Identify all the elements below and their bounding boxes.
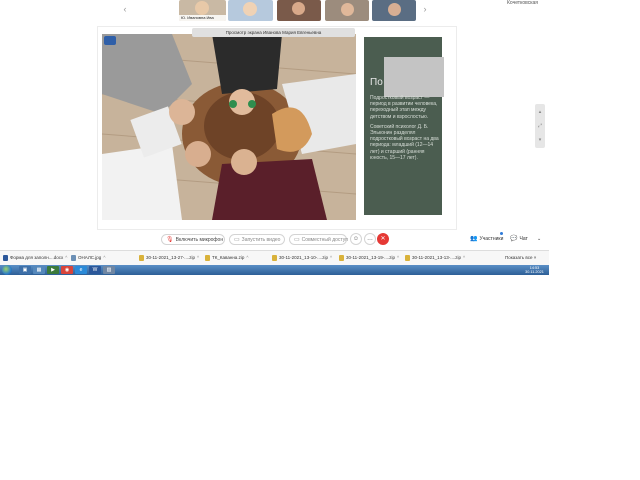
show-all-downloads-button[interactable]: Показать все × [505, 254, 536, 262]
more-icon: … [367, 236, 373, 242]
participant-tile[interactable] [228, 0, 273, 21]
chevron-up-icon: ^ [65, 255, 68, 260]
system-clock[interactable]: 14:53 30.11.2021 [520, 265, 549, 276]
download-item[interactable]: 30-11-2021_13-10-....zip ^ [272, 254, 332, 262]
zip-file-icon [205, 254, 210, 261]
more-menu-button[interactable]: ⌄ [537, 235, 541, 243]
internet-explorer-icon[interactable]: e [75, 266, 87, 274]
chevron-up-icon: ^ [246, 255, 249, 260]
download-item[interactable]: 30-11-2021_13-27-....zip ^ [139, 254, 199, 262]
chat-label: Чат [519, 236, 528, 242]
close-icon[interactable]: × [534, 255, 537, 260]
slide-body: Подростковый возраст — период в развитии… [370, 95, 440, 165]
user-name-label: Кочетковская [507, 0, 539, 6]
chevron-up-icon: ^ [396, 255, 400, 260]
leave-call-button[interactable]: ✕ [377, 233, 389, 245]
share-screen-icon: ▭ [294, 237, 300, 243]
microphone-off-icon: 🎙 [166, 237, 174, 243]
download-item[interactable]: 30-11-2021_13-19-....zip ^ [339, 254, 399, 262]
viewing-screen-banner: Просмотр экрана Иванова Мария Евгеньевна [192, 28, 355, 37]
file-icon [3, 254, 8, 261]
windows-taskbar: ▣ ▦ ▶ ◉ e W ▨ 14:53 30.11.2021 [0, 265, 549, 275]
side-panel-toggle[interactable]: ▴ ⤢ ▾ [535, 104, 545, 148]
clock-date: 30.11.2021 [525, 270, 544, 274]
participant-tile[interactable]: Ю. Ивановна Ива [179, 0, 226, 21]
downloads-bar: Форма для заполн....docx ^ ОНАЛС.jpg ^ 30-… [0, 250, 549, 265]
download-item[interactable]: 30-11-2021_13-13-....zip ^ [405, 254, 465, 262]
down-arrow-icon: ▾ [538, 137, 542, 143]
download-filename: 30-11-2021_13-27-....zip [146, 255, 195, 260]
slide-photo [102, 34, 356, 220]
close-icon: ✕ [380, 236, 386, 242]
chevron-up-icon: ^ [103, 255, 106, 260]
chevron-up-icon: ^ [462, 255, 466, 260]
participant-tile[interactable] [372, 0, 416, 21]
microphone-button[interactable]: 🎙 Включить микрофон [161, 234, 225, 245]
participant-name: Ю. Ивановна Ива [179, 15, 226, 21]
participants-prev-button[interactable]: ‹ [120, 2, 130, 16]
participant-tile[interactable] [325, 0, 369, 21]
chrome-icon[interactable]: ◉ [61, 266, 73, 274]
teenagers-photo-illustration [102, 34, 356, 220]
reaction-icon: ☺ [352, 236, 360, 242]
participant-face [388, 3, 401, 16]
share-screen-label: Совместный доступ [301, 237, 348, 243]
participant-face [292, 2, 305, 15]
slide-paragraph: Советский психолог Д. Б. Эльконин раздел… [370, 123, 439, 161]
download-filename: ОНАЛС.jpg [78, 255, 102, 260]
windows-start-button[interactable] [2, 265, 12, 275]
participants-label: Участники [479, 236, 504, 242]
download-filename: 30-11-2021_13-19-....zip [346, 255, 395, 260]
reactions-button[interactable]: ☺ [350, 233, 362, 245]
word-icon[interactable]: W [89, 266, 101, 274]
participant-tile[interactable] [277, 0, 321, 21]
taskbar-app-icon[interactable]: ▨ [103, 266, 115, 274]
download-item[interactable]: ОНАЛС.jpg ^ [71, 254, 105, 262]
show-all-label: Показать все [505, 255, 533, 260]
redaction-box [384, 57, 444, 97]
chevron-up-icon: ^ [329, 255, 333, 260]
chat-icon: 💬 [510, 236, 518, 242]
zip-file-icon [405, 254, 410, 261]
up-arrow-icon: ▴ [538, 109, 542, 115]
download-filename: 30-11-2021_13-13-....zip [412, 255, 461, 260]
participants-button[interactable]: 👥 Участники [470, 235, 503, 243]
participants-next-button[interactable]: › [420, 2, 430, 16]
download-filename: 30-11-2021_13-10-....zip [279, 255, 328, 260]
file-icon [71, 254, 76, 261]
participant-face [341, 3, 354, 16]
zip-file-icon [339, 254, 344, 261]
camera-off-icon: ▭ [234, 237, 240, 243]
zip-file-icon [272, 254, 277, 261]
slide-paragraph: Подростковый возраст — период в развитии… [370, 95, 438, 120]
chevron-up-icon: ^ [196, 255, 200, 260]
share-screen-button[interactable]: ▭ Совместный доступ [289, 234, 348, 245]
download-item[interactable]: ТК_Каванна.zip ^ [205, 254, 248, 262]
presenter-logo-icon [104, 36, 116, 45]
microphone-button-label: Включить микрофон [175, 237, 224, 243]
download-filename: ТК_Каванна.zip [212, 255, 245, 260]
media-player-icon[interactable]: ▶ [47, 266, 59, 274]
taskbar-app-icon[interactable]: ▣ [19, 266, 31, 274]
start-video-button[interactable]: ▭ Запустить видео [229, 234, 285, 245]
more-options-button[interactable]: … [364, 233, 376, 245]
download-item[interactable]: Форма для заполн....docx ^ [3, 254, 67, 262]
slide-title: По [370, 77, 383, 88]
slide-text-panel: По Подростковый возраст — период в разви… [364, 37, 444, 215]
chat-button[interactable]: 💬 Чат [510, 235, 528, 243]
zip-file-icon [139, 254, 144, 261]
people-icon: 👥 [470, 236, 478, 242]
expand-icon: ⤢ [538, 123, 543, 129]
download-filename: Форма для заполн....docx [10, 255, 64, 260]
participant-face [243, 2, 257, 16]
start-video-label: Запустить видео [241, 237, 281, 243]
taskbar-app-icon[interactable]: ▦ [33, 266, 45, 274]
participant-face [195, 1, 209, 15]
